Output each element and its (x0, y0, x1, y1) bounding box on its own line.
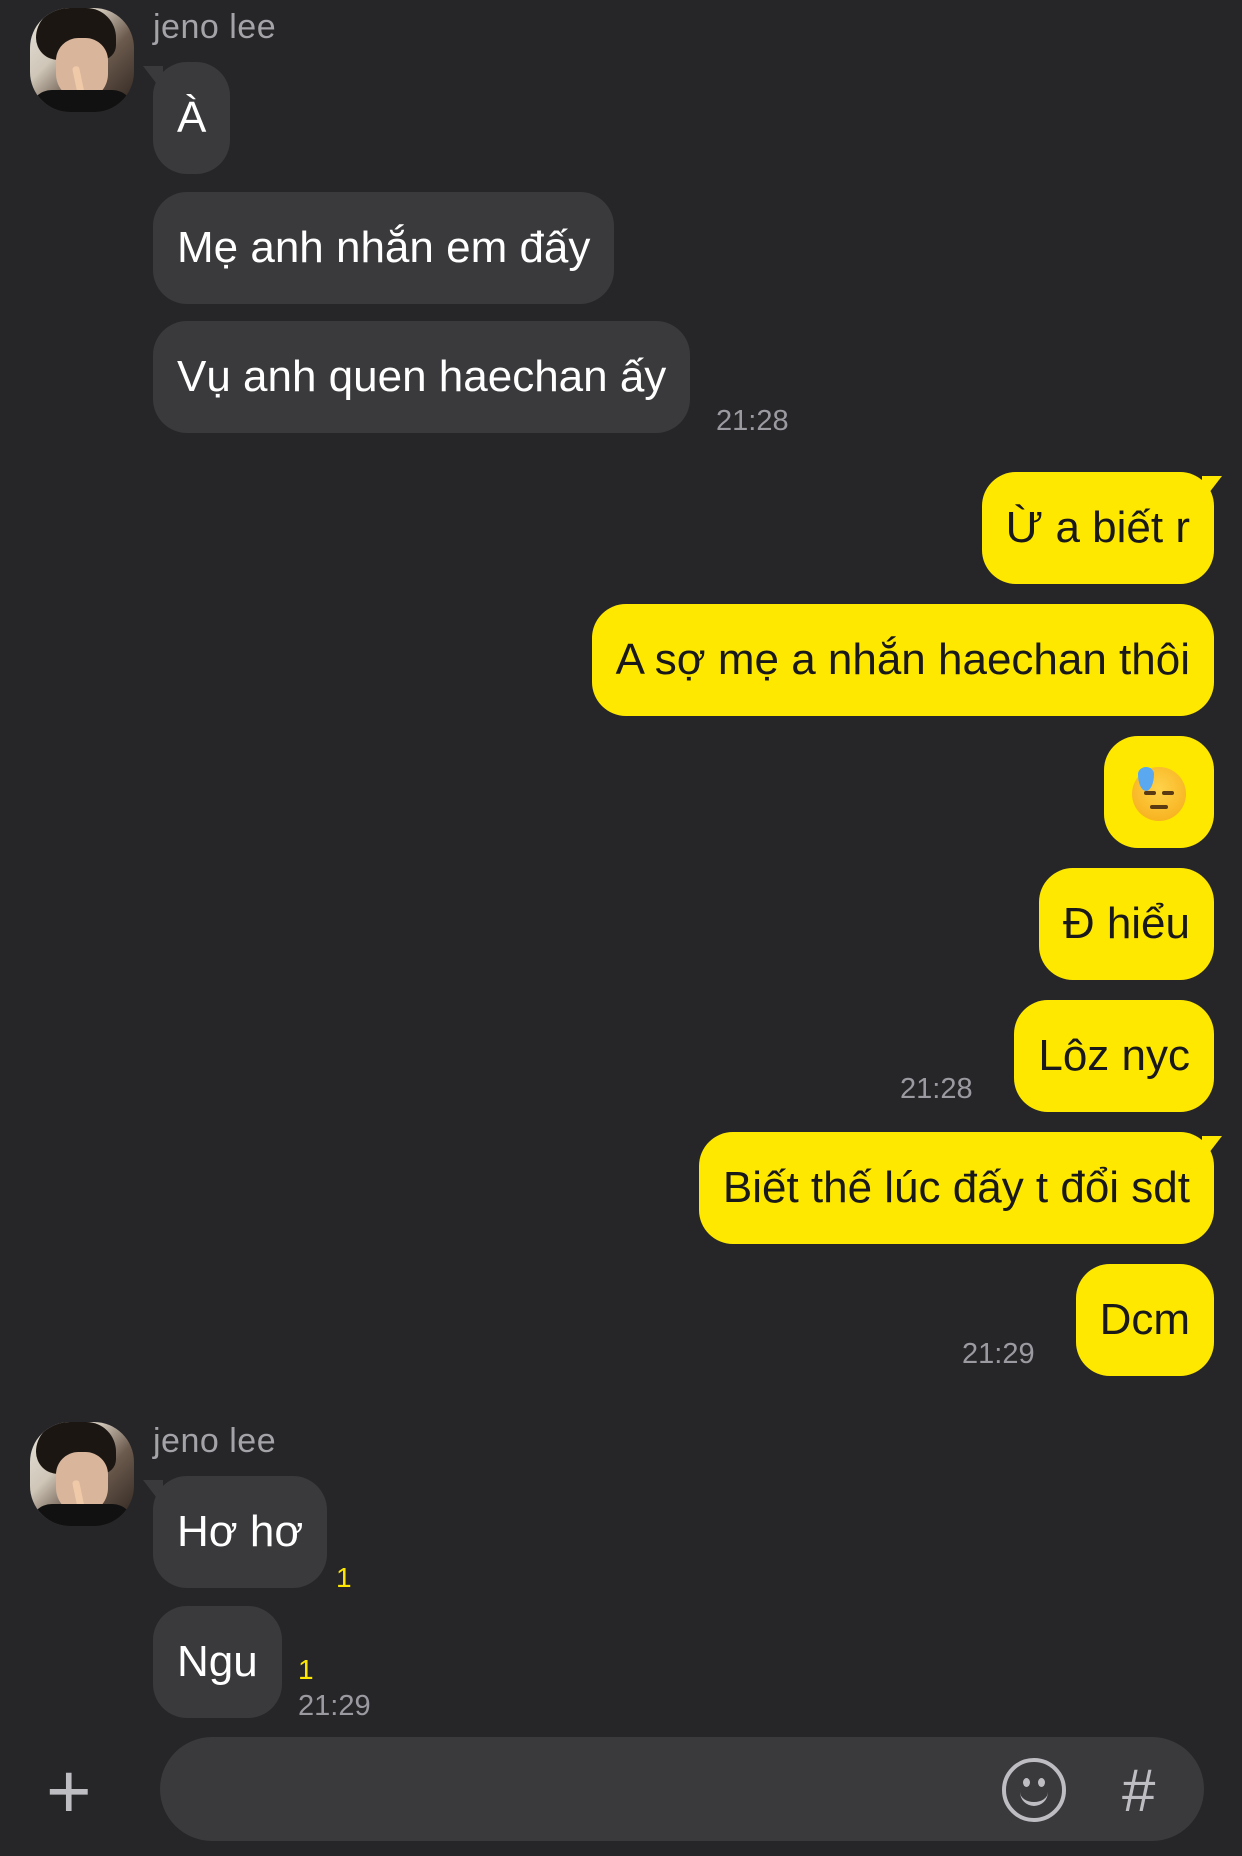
unread-count: 1 (336, 1562, 352, 1593)
message-bubble-outgoing[interactable]: A sợ mẹ a nhắn haechan thôi (591, 604, 1214, 716)
message-bubble-outgoing[interactable]: Dcm (1075, 1264, 1214, 1376)
message-bubble-incoming[interactable]: Ngu (153, 1606, 282, 1718)
message-timestamp: 21:28 (900, 1073, 973, 1105)
message-bubble-incoming[interactable]: À (153, 62, 231, 174)
message-bubble-outgoing[interactable]: Đ hiểu (1038, 868, 1214, 980)
emoji-icon (1132, 767, 1186, 822)
hash-icon[interactable]: # (1122, 1761, 1155, 1821)
message-bubble-outgoing[interactable]: Biết thế lúc đấy t đổi sdt (698, 1132, 1214, 1244)
unread-count: 1 (298, 1654, 314, 1685)
sender-name: jeno lee (153, 8, 277, 46)
message-timestamp: 21:28 (716, 405, 789, 437)
message-bubble-incoming[interactable]: Mẹ anh nhắn em đấy (153, 192, 615, 304)
contact-avatar[interactable] (30, 8, 134, 112)
message-bubble-outgoing[interactable]: Lôz nyc (1014, 1000, 1214, 1112)
plus-icon[interactable]: + (46, 1752, 92, 1830)
message-timestamp: 21:29 (962, 1338, 1035, 1370)
message-bubble-incoming[interactable]: Hơ hơ (153, 1476, 328, 1588)
message-timestamp: 21:29 (298, 1690, 371, 1722)
contact-avatar[interactable] (30, 1422, 134, 1526)
message-bubble-outgoing[interactable]: Ừ a biết r (981, 472, 1214, 584)
sender-name: jeno lee (153, 1422, 277, 1460)
emoticon-icon[interactable] (1002, 1758, 1066, 1822)
message-bubble-incoming[interactable]: Vụ anh quen haechan ấy (153, 321, 691, 433)
message-bubble-outgoing[interactable] (1104, 736, 1214, 848)
